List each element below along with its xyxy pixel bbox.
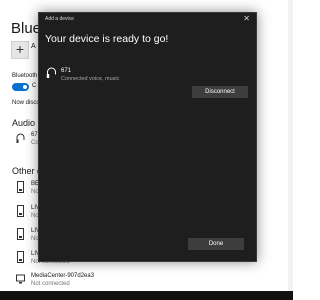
- dialog-heading: Your device is ready to go!: [45, 33, 169, 45]
- device-status: Not connected: [31, 281, 70, 287]
- add-device-dialog: Add a device ✕ Your device is ready to g…: [38, 12, 257, 262]
- connected-device-status: Connected voice, music: [61, 76, 120, 82]
- bluetooth-label: Bluetooth: [12, 73, 38, 79]
- plus-icon: +: [15, 41, 25, 57]
- device-icon: [17, 181, 24, 193]
- connected-device-name: 671: [61, 68, 72, 74]
- add-device-label: A: [31, 43, 36, 50]
- dialog-titlebar: Add a device ✕: [39, 13, 256, 25]
- done-button[interactable]: Done: [188, 238, 244, 250]
- close-icon[interactable]: ✕: [243, 14, 250, 23]
- headset-icon: [46, 67, 56, 78]
- bluetooth-toggle[interactable]: [12, 83, 29, 91]
- add-device-button[interactable]: +: [11, 41, 29, 59]
- media-center-icon: [16, 274, 25, 284]
- device-name: MediaCenter-907d2ea3: [31, 273, 95, 279]
- audio-device-name[interactable]: 67: [31, 132, 38, 138]
- discoverable-text: Now disco: [12, 100, 40, 106]
- dialog-title: Add a device: [45, 16, 74, 22]
- headset-icon: [16, 133, 25, 143]
- device-icon: [17, 205, 24, 217]
- scrollbar[interactable]: [288, 0, 293, 300]
- device-icon: [17, 228, 24, 240]
- taskbar: [0, 291, 293, 300]
- disconnect-button[interactable]: Disconnect: [192, 86, 248, 98]
- device-icon: [17, 251, 24, 263]
- audio-section-title: Audio: [12, 118, 36, 128]
- bluetooth-toggle-state: C: [32, 83, 37, 89]
